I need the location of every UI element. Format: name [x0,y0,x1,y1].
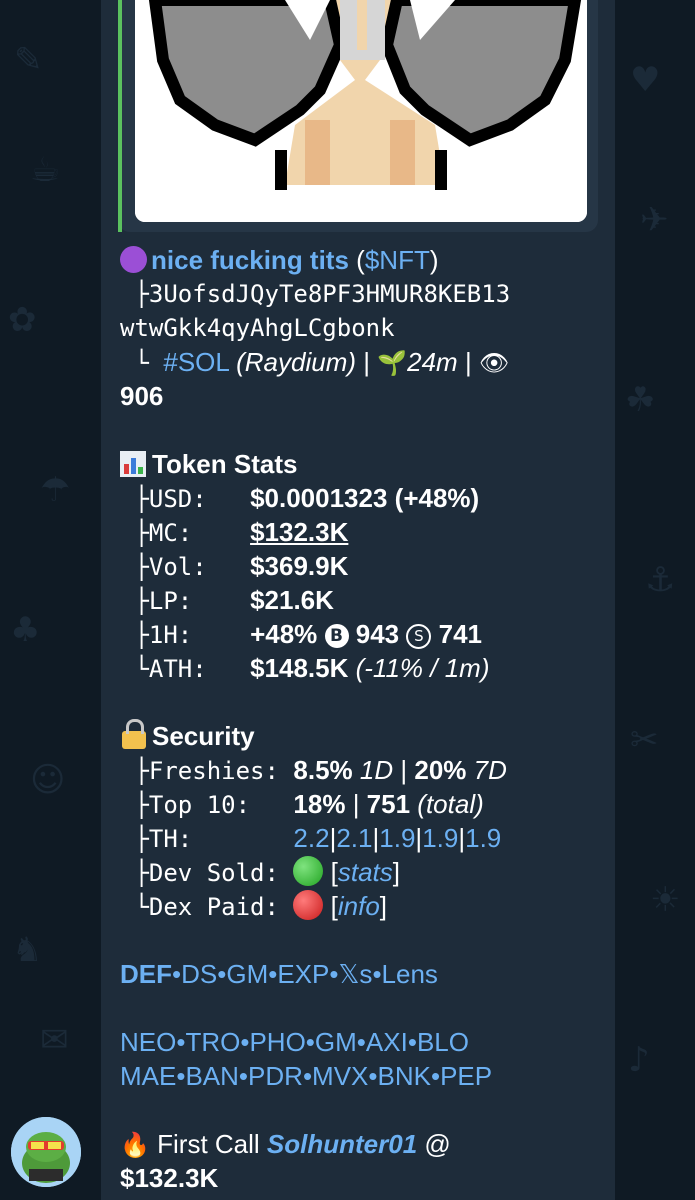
link-bnk[interactable]: BNK [378,1061,431,1091]
reply-accent-bar [118,0,122,232]
stat-1h-sells: 741 [438,619,483,649]
stat-mc-row: ├MC: $132.3K [120,517,349,547]
th-label: TH: [148,825,193,853]
first-call-value: $132.3K [120,1163,219,1193]
buys-icon: B [324,624,349,648]
dex-paid-row: └Dex Paid: [info] [120,890,388,921]
token-message: nice fucking tits ($NFT) ├3UofsdJQyTe8PF… [120,243,605,1195]
token-age: 24m [407,347,458,377]
pepe-avatar-icon [11,1117,81,1187]
dex-info-link[interactable]: info [338,891,380,921]
fire-icon: 🔥 [120,1131,150,1159]
link-gm-2[interactable]: GM [315,1027,357,1057]
link-lens[interactable]: Lens [382,959,438,989]
purple-circle-icon [120,246,147,273]
links-row-3: MAE•BAN•PDR•MVX•BNK•PEP [120,1061,493,1091]
freshies-label: Freshies: [148,757,279,785]
th-link-5[interactable]: 1.9 [465,823,501,853]
link-blo[interactable]: BLO [417,1027,469,1057]
red-circle-icon [293,890,324,920]
stat-vol-value: $369.9K [250,551,349,581]
lock-icon [122,719,146,749]
contract-address-part2[interactable]: wtwGkk4qyAhgLCgbonk [120,314,395,342]
links-row-1: DEF•DS•GM•EXP•𝕏s•Lens [120,959,438,989]
dev-sold-row: ├Dev Sold: [stats] [120,856,401,887]
link-gm[interactable]: GM [226,959,268,989]
token-stats-header: Token Stats [120,447,605,481]
views-count: 906 [120,381,164,411]
stat-lp-row: ├LP: $21.6K [120,585,334,615]
first-call-line: 🔥 First Call Solhunter01 @ [120,1129,451,1159]
freshies-row: ├Freshies: 8.5% 1D | 20% 7D [120,755,507,785]
security-header: Security [120,719,605,753]
avatar[interactable] [11,1117,81,1187]
stat-ath-value: $148.5K [250,653,349,683]
th-link-2[interactable]: 2.1 [336,823,372,853]
link-xs[interactable]: 𝕏s [338,959,372,989]
link-mae[interactable]: MAE [120,1061,176,1091]
stat-usd-label: USD: [148,485,207,513]
link-ban[interactable]: BAN [185,1061,238,1091]
green-circle-icon [293,856,324,886]
link-mvx[interactable]: MVX [312,1061,368,1091]
chain-hashtag[interactable]: #SOL [163,347,229,377]
pixel-art-image [135,0,587,222]
link-axi[interactable]: AXI [366,1027,408,1057]
stat-mc-label: MC: [148,519,193,547]
stat-usd-change: (+48%) [394,483,480,513]
dev-stats-link[interactable]: stats [338,857,393,887]
link-pep[interactable]: PEP [440,1061,492,1091]
stat-vol-row: ├Vol: $369.9K [120,551,349,581]
stat-lp-value: $21.6K [250,585,334,615]
seedling-icon: 🌱 [377,349,408,377]
th-link-3[interactable]: 1.9 [379,823,415,853]
eye-icon: 👁 [478,349,510,377]
stat-1h-buys: 943 [355,619,400,649]
stat-ath-detail: (-11% / 1m) [355,653,490,683]
first-call-user-link[interactable]: Solhunter01 [267,1129,417,1159]
stat-1h-row: ├1H: +48% B 943 S 741 [120,619,483,649]
sells-icon: S [406,624,432,649]
stat-mc-value[interactable]: $132.3K [250,517,348,547]
stat-usd-value: $0.0001323 [250,483,388,513]
stat-lp-label: LP: [148,587,193,615]
link-ds[interactable]: DS [181,959,217,989]
address-line-1[interactable]: ├3UofsdJQyTe8PF3HMUR8KEB13 [120,277,605,311]
stat-vol-label: Vol: [148,553,207,581]
dex-name: (Raydium) [236,347,357,377]
stat-1h-label: 1H: [148,621,193,649]
th-row: ├TH: 2.2|2.1|1.9|1.9|1.9 [120,823,502,853]
token-title-line: nice fucking tits ($NFT) [120,243,605,277]
stat-ath-row: └ATH: $148.5K (-11% / 1m) [120,653,490,683]
link-pho[interactable]: PHO [249,1027,305,1057]
links-row-2: NEO•TRO•PHO•GM•AXI•BLO [120,1027,469,1057]
th-link-4[interactable]: 1.9 [422,823,458,853]
token-name-link[interactable]: nice fucking tits [151,245,349,275]
chain-line: └ #SOL (Raydium) | 🌱24m | 👁 [120,347,510,377]
stat-ath-label: ATH: [148,655,207,683]
stat-usd-row: ├USD: $0.0001323 (+48%) [120,483,480,513]
dex-paid-label: Dex Paid: [148,893,279,921]
th-link-1[interactable]: 2.2 [293,823,329,853]
top10-row: ├Top 10: 18% | 751 (total) [120,789,484,819]
token-ticker-link[interactable]: $NFT [365,245,430,275]
stat-1h-change: +48% [250,619,318,649]
link-def[interactable]: DEF [120,959,172,989]
token-image[interactable] [135,0,587,222]
link-neo[interactable]: NEO [120,1027,176,1057]
link-tro[interactable]: TRO [185,1027,240,1057]
dev-sold-label: Dev Sold: [148,859,279,887]
top10-label: Top 10: [148,791,251,819]
link-pdr[interactable]: PDR [248,1061,303,1091]
bar-chart-icon [120,451,146,477]
address-line-2[interactable]: wtwGkk4qyAhgLCgbonk [120,311,605,345]
contract-address-part1[interactable]: 3UofsdJQyTe8PF3HMUR8KEB13 [149,280,510,308]
link-exp[interactable]: EXP [277,959,329,989]
